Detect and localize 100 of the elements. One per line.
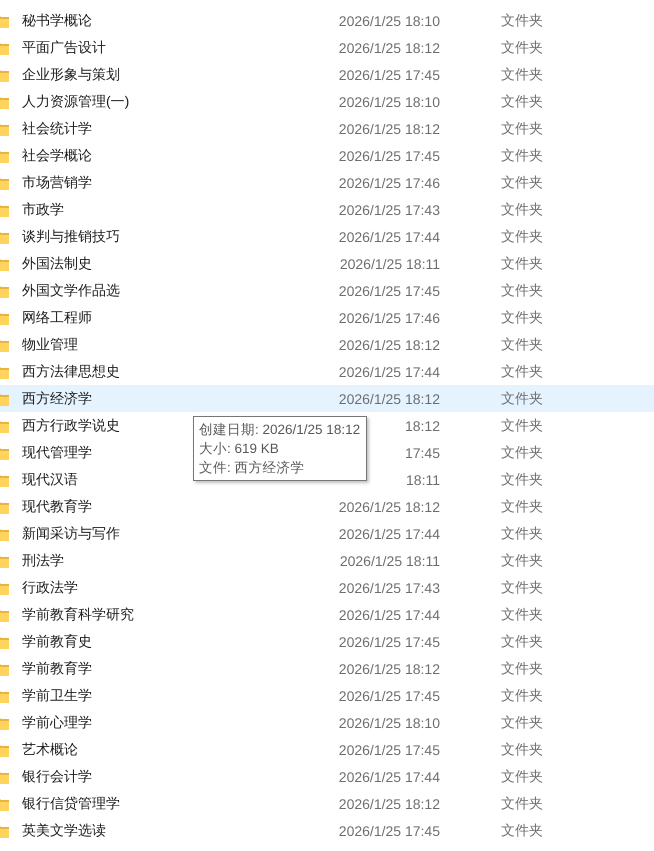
file-type: 文件夹 bbox=[501, 174, 543, 192]
file-name[interactable]: 学前教育史 bbox=[22, 632, 92, 648]
file-type: 文件夹 bbox=[501, 552, 543, 570]
file-type: 文件夹 bbox=[501, 308, 543, 326]
folder-icon bbox=[0, 770, 9, 784]
file-name[interactable]: 企业形象与策划 bbox=[22, 66, 120, 82]
file-type: 文件夹 bbox=[501, 578, 543, 596]
file-type: 文件夹 bbox=[501, 498, 543, 516]
file-name[interactable]: 现代管理学 bbox=[22, 444, 92, 460]
file-name[interactable]: 英美文学选读 bbox=[22, 822, 106, 838]
folder-icon bbox=[0, 310, 9, 324]
folder-icon bbox=[0, 284, 9, 298]
selected-file-row[interactable]: 西方经济学 2026/1/25 18:12 文件夹 bbox=[0, 385, 654, 412]
file-name[interactable]: 银行信贷管理学 bbox=[22, 794, 120, 810]
file-name[interactable]: 网络工程师 bbox=[22, 308, 92, 324]
folder-icon bbox=[0, 500, 9, 514]
file-name[interactable]: 行政法学 bbox=[22, 578, 78, 594]
modified-date: 2026/1/25 17:46 bbox=[338, 310, 440, 326]
file-type: 文件夹 bbox=[501, 92, 543, 110]
modified-date: 2026/1/25 18:12 bbox=[338, 120, 440, 136]
file-name[interactable]: 外国法制史 bbox=[22, 254, 92, 270]
file-name: 西方经济学 bbox=[22, 390, 92, 406]
modified-date: 2026/1/25 18:10 bbox=[338, 12, 440, 28]
folder-icon bbox=[0, 554, 9, 568]
folder-icon bbox=[0, 796, 9, 810]
file-name[interactable]: 刑法学 bbox=[22, 552, 64, 568]
folder-icon bbox=[0, 634, 9, 648]
file-name[interactable]: 人力资源管理(一) bbox=[22, 92, 130, 108]
modified-date: 2026/1/25 18:12 bbox=[338, 40, 440, 56]
folder-icon bbox=[0, 580, 9, 594]
file-type: 文件夹 bbox=[501, 254, 543, 272]
file-type: 文件夹 bbox=[501, 660, 543, 678]
modified-date: 2026/1/25 17:45 bbox=[338, 148, 440, 164]
modified-date: 2026/1/25 17:44 bbox=[338, 768, 440, 784]
modified-date: 2026/1/25 17:46 bbox=[338, 174, 440, 190]
folder-icon bbox=[0, 364, 9, 378]
tooltip-line: 文件: 西方经济学 bbox=[199, 459, 306, 477]
modified-date: 2026/1/25 18:12 bbox=[338, 498, 440, 514]
file-name[interactable]: 市场营销学 bbox=[22, 174, 92, 190]
folder-icon bbox=[0, 824, 9, 838]
modified-date: 17:45 bbox=[404, 444, 440, 460]
file-type: 文件夹 bbox=[501, 470, 543, 488]
tooltip-line: 大小: 619 KB bbox=[199, 440, 280, 458]
file-name[interactable]: 外国文学作品选 bbox=[22, 282, 120, 298]
file-name[interactable]: 艺术概论 bbox=[22, 740, 78, 756]
folder-icon bbox=[0, 176, 9, 190]
modified-date: 2026/1/25 17:43 bbox=[338, 580, 440, 596]
file-name[interactable]: 秘书学概论 bbox=[22, 12, 92, 28]
tooltip-line: 创建日期: 2026/1/25 18:12 bbox=[199, 421, 360, 439]
folder-icon bbox=[0, 716, 9, 730]
file-name[interactable]: 现代汉语 bbox=[22, 470, 78, 486]
modified-date: 2026/1/25 18:10 bbox=[338, 94, 440, 110]
file-name[interactable]: 学前心理学 bbox=[22, 714, 92, 730]
modified-date: 2026/1/25 17:44 bbox=[338, 526, 440, 542]
file-type: 文件夹 bbox=[501, 794, 543, 812]
file-type: 文件夹 bbox=[501, 66, 543, 84]
file-type: 文件夹 bbox=[501, 362, 543, 380]
modified-date: 2026/1/25 17:44 bbox=[338, 228, 440, 244]
file-type: 文件夹 bbox=[501, 12, 543, 30]
file-name[interactable]: 新闻采访与写作 bbox=[22, 524, 120, 540]
file-type: 文件夹 bbox=[501, 524, 543, 542]
folder-icon bbox=[0, 742, 9, 756]
file-name[interactable]: 谈判与推销技巧 bbox=[22, 228, 120, 244]
file-name[interactable]: 学前教育学 bbox=[22, 660, 92, 676]
folder-icon bbox=[0, 608, 9, 622]
file-type: 文件夹 bbox=[501, 686, 543, 704]
modified-date: 2026/1/25 17:44 bbox=[338, 364, 440, 380]
folder-icon bbox=[0, 148, 9, 162]
file-name[interactable]: 社会学概论 bbox=[22, 146, 92, 162]
modified-date: 2026/1/25 17:45 bbox=[338, 742, 440, 758]
file-type: 文件夹 bbox=[501, 120, 543, 138]
file-name[interactable]: 西方法律思想史 bbox=[22, 362, 120, 378]
file-type: 文件夹 bbox=[501, 228, 543, 246]
folder-icon bbox=[0, 122, 9, 136]
file-name[interactable]: 银行会计学 bbox=[22, 768, 92, 784]
file-name[interactable]: 市政学 bbox=[22, 200, 64, 216]
file-name[interactable]: 社会统计学 bbox=[22, 120, 92, 136]
file-type: 文件夹 bbox=[501, 200, 543, 218]
modified-date: 2026/1/25 17:44 bbox=[338, 606, 440, 622]
file-type: 文件夹 bbox=[501, 822, 543, 840]
modified-date: 2026/1/25 18:10 bbox=[338, 714, 440, 730]
modified-date: 2026/1/25 18:11 bbox=[340, 256, 440, 272]
folder-icon bbox=[0, 446, 9, 460]
folder-icon bbox=[0, 688, 9, 702]
modified-date: 18:11 bbox=[406, 472, 440, 488]
file-name[interactable]: 学前卫生学 bbox=[22, 686, 92, 702]
modified-date: 2026/1/25 18:12 bbox=[338, 660, 440, 676]
file-name[interactable]: 西方行政学说史 bbox=[22, 416, 120, 432]
folder-icon bbox=[0, 68, 9, 82]
file-name[interactable]: 平面广告设计 bbox=[22, 38, 106, 54]
folder-icon bbox=[0, 472, 9, 486]
file-name[interactable]: 现代教育学 bbox=[22, 498, 92, 514]
file-name[interactable]: 物业管理 bbox=[22, 336, 78, 352]
modified-date: 2026/1/25 18:12 bbox=[338, 796, 440, 812]
modified-date: 2026/1/25 18:11 bbox=[340, 552, 440, 568]
file-type: 文件夹 bbox=[501, 740, 543, 758]
file-name[interactable]: 学前教育科学研究 bbox=[22, 606, 134, 622]
file-type: 文件夹 bbox=[501, 416, 543, 434]
modified-date: 18:12 bbox=[404, 418, 440, 434]
file-type: 文件夹 bbox=[501, 282, 543, 300]
